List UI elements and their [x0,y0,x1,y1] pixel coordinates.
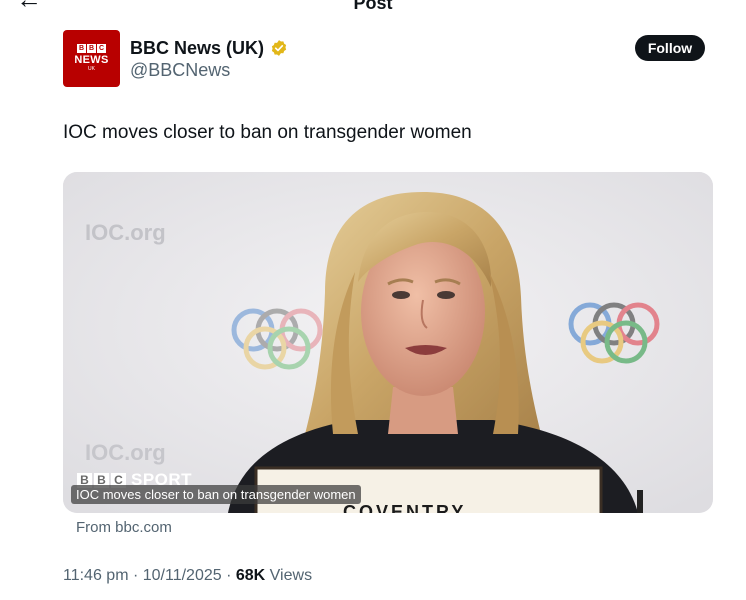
bbc-logo: B B C [77,44,106,53]
verified-badge-icon[interactable] [270,39,288,57]
nameplate-text: COVENTRY [343,502,466,513]
link-source[interactable]: From bbc.com [76,519,172,537]
author-name-text: BBC News (UK) [130,38,265,58]
meta-separator: · [128,567,143,584]
link-preview-card[interactable]: IOC.org IOC.org COVENTRY B B C SPORT IOC… [63,172,713,513]
page-title: Post [353,0,393,13]
backdrop-logo-text-2: IOC.org [85,440,166,465]
post-date[interactable]: 10/11/2025 [143,567,222,584]
post-text: IOC moves closer to ban on transgender w… [63,122,472,143]
more-options-icon[interactable]: ·· [733,0,746,10]
views-label: Views [269,567,313,584]
avatar-news-word: NEWS [74,54,109,66]
avatar-region: UK [88,66,95,72]
card-caption: IOC moves closer to ban on transgender w… [71,485,361,504]
post-time[interactable]: 11:46 pm [63,567,129,584]
meta-separator: · [221,567,236,584]
post-meta: 11:46 pm · 10/11/2025 · 68K Views [63,566,312,586]
views-count[interactable]: 68K [236,567,265,584]
author-display-name[interactable]: BBC News (UK) [130,38,288,58]
author-handle[interactable]: @BBCNews [130,60,230,80]
avatar[interactable]: B B C NEWS UK [63,30,120,87]
backdrop-logo-text: IOC.org [85,220,166,245]
top-bar: ← Post ·· [0,0,746,16]
news-photo: IOC.org IOC.org COVENTRY [63,172,713,513]
follow-button[interactable]: Follow [635,35,705,61]
